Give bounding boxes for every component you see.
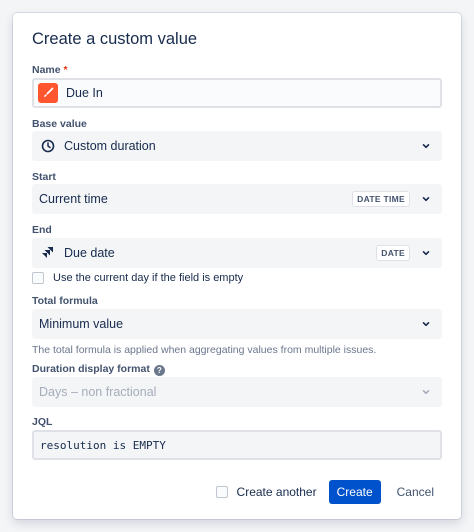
clock-icon bbox=[40, 138, 56, 154]
start-value: Current time bbox=[39, 192, 108, 206]
jira-icon bbox=[40, 245, 56, 261]
name-label-text: Name bbox=[32, 64, 61, 76]
start-select[interactable]: Current time DATE TIME bbox=[32, 184, 442, 214]
end-label: End bbox=[32, 224, 52, 236]
end-value: Due date bbox=[64, 246, 115, 260]
use-current-day-option[interactable]: Use the current day if the field is empt… bbox=[32, 272, 243, 284]
total-formula-select[interactable]: Minimum value bbox=[32, 309, 442, 339]
jql-value: resolution is EMPTY bbox=[40, 438, 166, 452]
use-current-day-label: Use the current day if the field is empt… bbox=[53, 272, 244, 284]
duration-display-label-text: Duration display format bbox=[32, 363, 150, 375]
create-another-option[interactable]: Create another bbox=[215, 485, 317, 499]
help-icon[interactable]: ? bbox=[153, 365, 165, 376]
dialog-title: Create a custom value bbox=[32, 30, 198, 48]
duration-display-value: Days – non fractional bbox=[39, 385, 157, 399]
chevron-down-icon[interactable] bbox=[418, 191, 434, 207]
chevron-down-icon[interactable] bbox=[418, 384, 434, 400]
base-value-label: Base value bbox=[32, 118, 87, 130]
jql-label: JQL bbox=[32, 416, 53, 428]
jql-editor[interactable]: resolution is EMPTY bbox=[32, 430, 442, 460]
total-formula-value: Minimum value bbox=[39, 317, 124, 331]
create-another-label: Create another bbox=[236, 485, 317, 499]
create-button[interactable]: Create bbox=[328, 480, 381, 504]
end-select[interactable]: Due date DATE bbox=[32, 238, 442, 268]
paintbrush-icon[interactable] bbox=[38, 83, 58, 103]
start-label: Start bbox=[32, 171, 56, 183]
chevron-down-icon[interactable] bbox=[418, 245, 434, 261]
create-another-checkbox[interactable] bbox=[215, 486, 228, 498]
name-value: Due In bbox=[66, 86, 103, 100]
base-value-value: Custom duration bbox=[64, 139, 156, 153]
name-label: Name * bbox=[32, 64, 68, 76]
duration-display-label: Duration display format? bbox=[32, 363, 165, 376]
required-marker: * bbox=[63, 64, 68, 76]
name-input[interactable]: Due In bbox=[32, 78, 442, 108]
duration-display-select[interactable]: Days – non fractional bbox=[32, 377, 442, 407]
total-formula-helper: The total formula is applied when aggreg… bbox=[32, 344, 377, 356]
create-custom-value-dialog: Create a custom value Name * Due In Base… bbox=[13, 13, 461, 519]
dialog-footer: Create another Create Cancel bbox=[215, 480, 442, 504]
chevron-down-icon[interactable] bbox=[418, 138, 434, 154]
use-current-day-checkbox[interactable] bbox=[32, 272, 44, 284]
date-time-badge: DATE TIME bbox=[352, 191, 410, 207]
base-value-select[interactable]: Custom duration bbox=[32, 131, 442, 161]
chevron-down-icon[interactable] bbox=[418, 316, 434, 332]
cancel-button[interactable]: Cancel bbox=[389, 480, 442, 504]
total-formula-label: Total formula bbox=[32, 295, 98, 307]
date-badge: DATE bbox=[376, 245, 410, 261]
